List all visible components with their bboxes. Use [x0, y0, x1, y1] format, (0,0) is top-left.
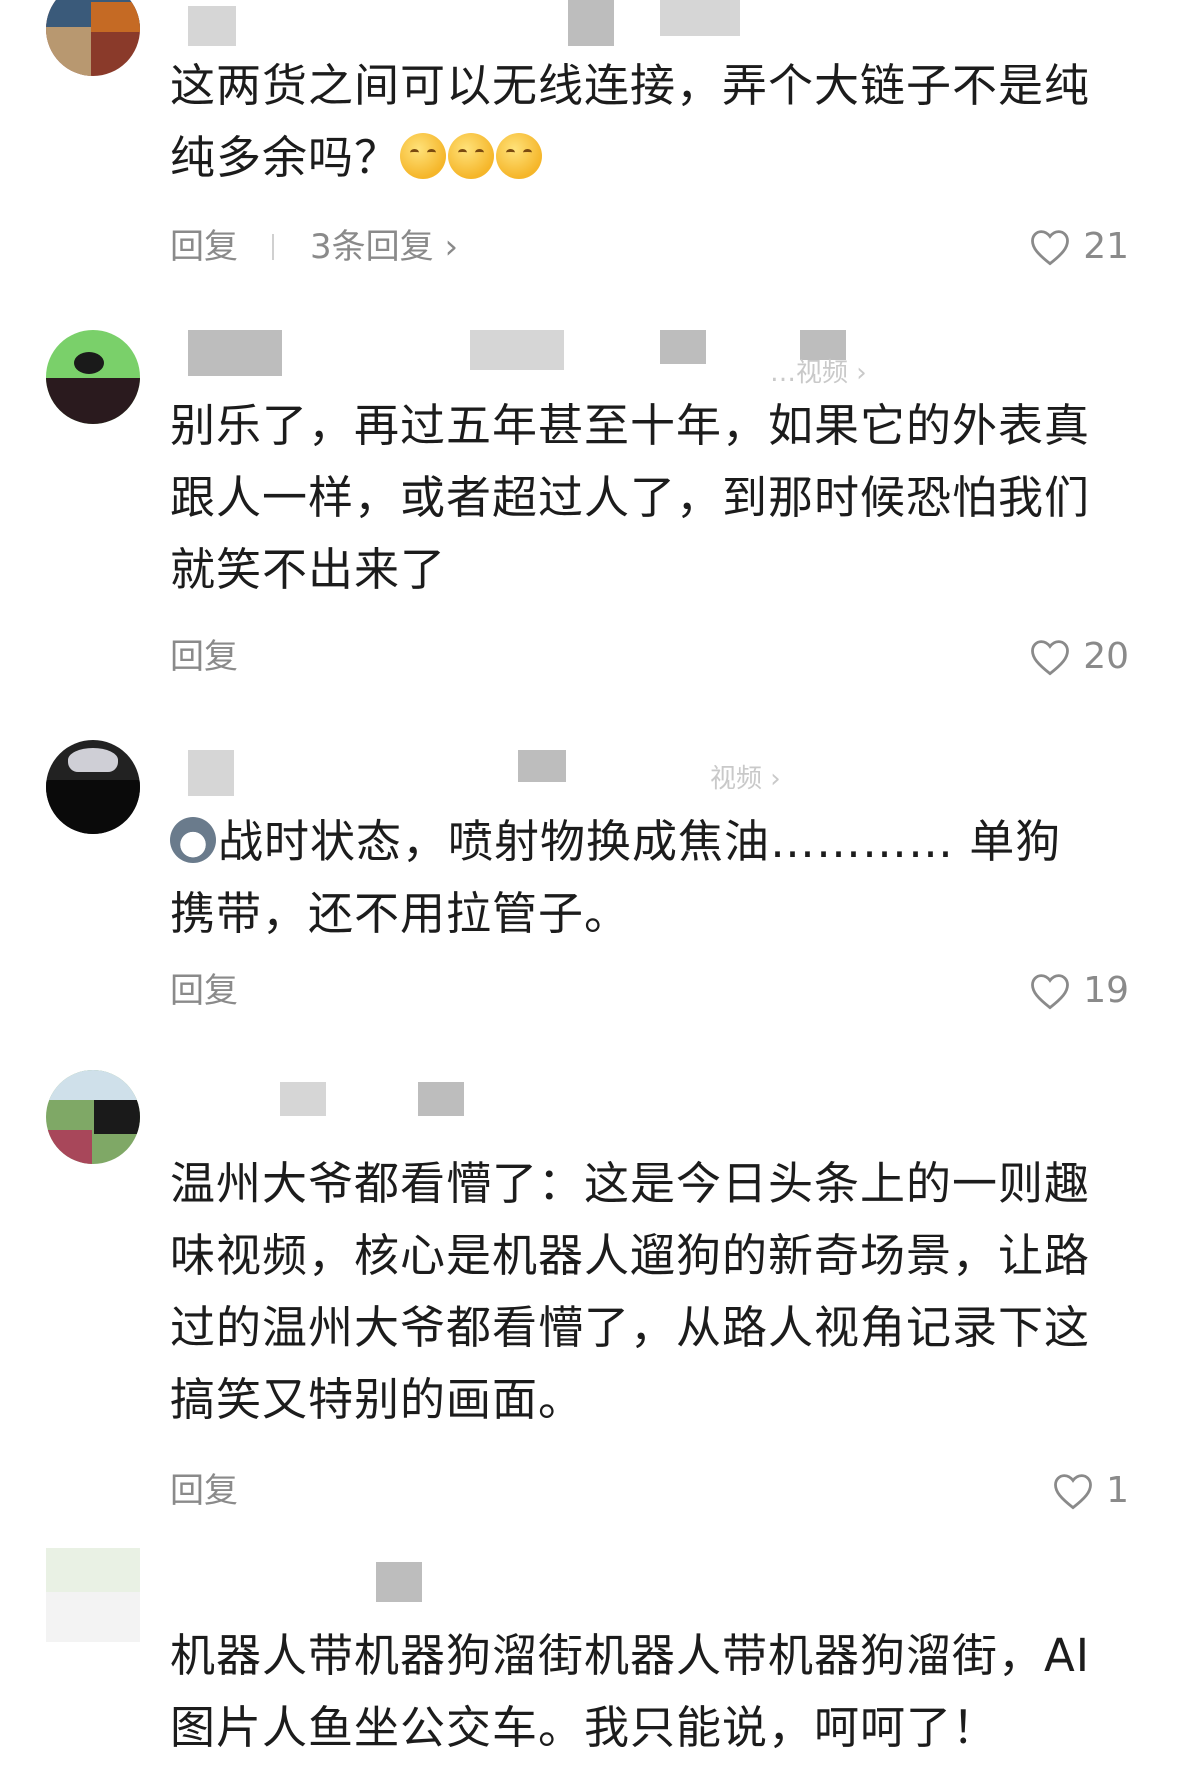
like-count: 20	[1083, 636, 1129, 677]
comment-text: 别乐了，再过五年甚至十年，如果它的外表真跟人一样，或者超过人了，到那时候恐怕我们…	[170, 399, 1091, 596]
like-count: 19	[1083, 970, 1129, 1011]
avatar[interactable]	[46, 1548, 140, 1642]
avatar[interactable]	[46, 0, 140, 76]
comment-text: 这两货之间可以无线连接，弄个大链子不是纯纯多余吗？	[170, 59, 1091, 184]
comment-text: 温州大爷都看懵了：这是今日头条上的一则趣味视频，核心是机器人遛狗的新奇场景，让路…	[170, 1157, 1091, 1426]
like-button[interactable]: 1	[1052, 1466, 1129, 1516]
pouting-face-emoji	[400, 133, 447, 179]
heart-outline-icon	[1031, 974, 1070, 1010]
pouting-face-emoji	[448, 133, 495, 179]
comment-text: 战时状态，喷射物换成焦油………… 单狗携带，还不用拉管子。	[170, 815, 1062, 940]
view-replies-link[interactable]: 3条回复 ›	[310, 222, 458, 272]
husky-emoji	[170, 817, 216, 863]
like-count: 21	[1083, 226, 1129, 267]
comment-actions: 回复 3条回复 › 21	[170, 222, 1129, 272]
heart-outline-icon	[1031, 640, 1070, 676]
comment-text: 机器人带机器狗溜街机器人带机器狗溜街，AI图片人鱼坐公交车。我只能说，呵呵了！	[170, 1629, 1091, 1754]
like-count: 1	[1106, 1470, 1129, 1511]
username-censored[interactable]: 视频 ›	[170, 740, 870, 800]
heart-outline-icon	[1031, 230, 1070, 266]
like-button[interactable]: 21	[1029, 222, 1129, 272]
pouting-face-emoji	[496, 133, 543, 179]
heart-outline-icon	[1054, 1474, 1092, 1510]
like-button[interactable]: 20	[1029, 632, 1129, 682]
comment-actions: 回复 19	[170, 966, 1129, 1016]
username-censored[interactable]: …视频 ›	[170, 330, 870, 390]
reply-button[interactable]: 回复	[170, 966, 238, 1016]
avatar[interactable]	[46, 1070, 140, 1164]
reply-button[interactable]: 回复	[170, 1466, 238, 1516]
comment-actions: 回复 1	[170, 1466, 1129, 1516]
comment-actions: 回复 20	[170, 632, 1129, 682]
video-source-link[interactable]: 视频 ›	[710, 758, 781, 795]
reply-button[interactable]: 回复	[170, 222, 238, 272]
username-censored[interactable]	[170, 1548, 770, 1608]
avatar[interactable]	[46, 740, 140, 834]
username-censored[interactable]	[170, 1070, 770, 1130]
video-source-link[interactable]: …视频 ›	[770, 352, 867, 389]
like-button[interactable]: 19	[1029, 966, 1129, 1016]
divider	[272, 234, 274, 260]
avatar[interactable]	[46, 330, 140, 424]
reply-button[interactable]: 回复	[170, 632, 238, 682]
